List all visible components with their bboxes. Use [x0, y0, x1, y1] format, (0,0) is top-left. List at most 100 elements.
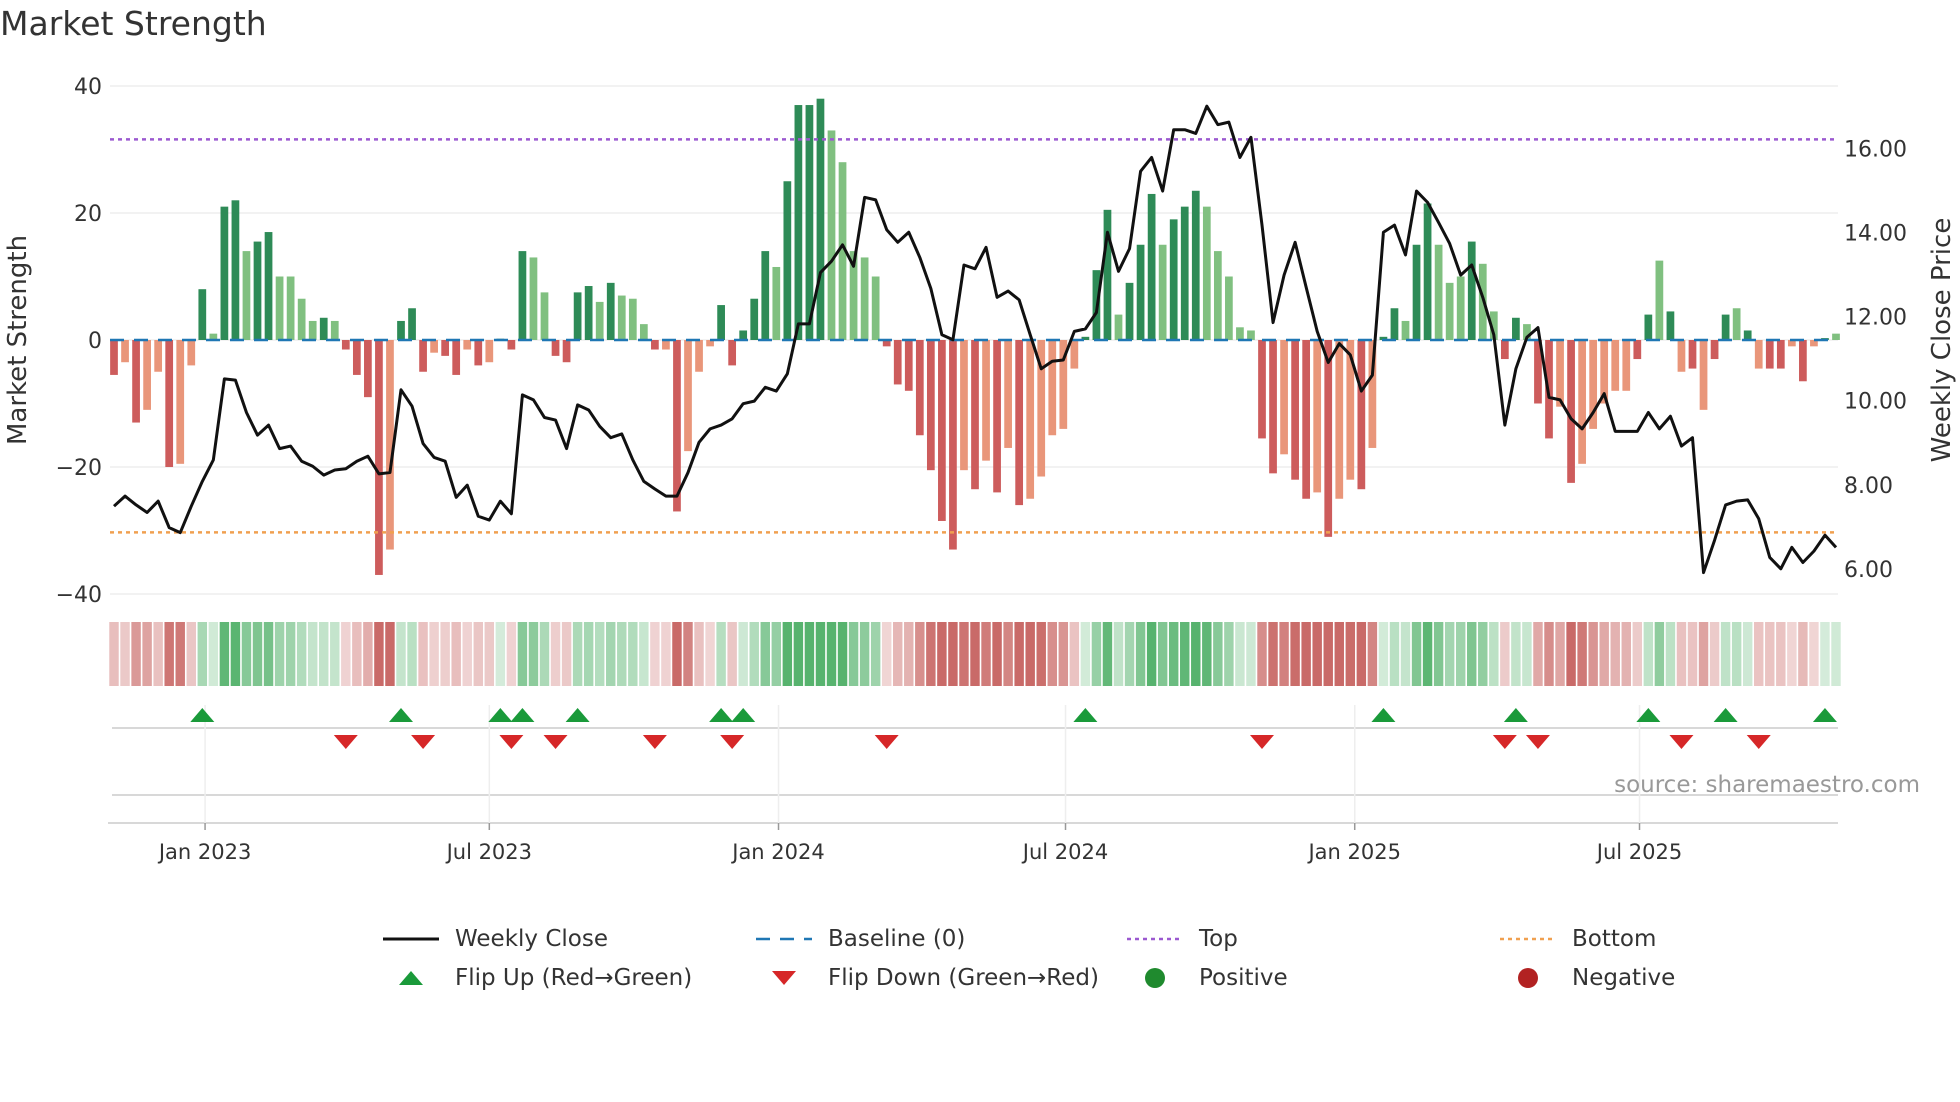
strength-bar	[1191, 190, 1200, 340]
heat-cell	[738, 622, 748, 686]
strength-bar	[1280, 340, 1288, 455]
strength-bar	[187, 340, 196, 366]
strength-bar	[1136, 244, 1145, 340]
heat-cell	[1610, 622, 1620, 686]
strength-bar	[1776, 340, 1785, 369]
y2-tick-label: 12.00	[1844, 306, 1907, 331]
heat-cell	[473, 622, 483, 686]
strength-bar	[1269, 340, 1277, 474]
strength-bar	[717, 305, 725, 340]
flip-up-marker	[389, 708, 413, 722]
heat-cell	[1698, 622, 1709, 686]
heat-cell	[1290, 622, 1300, 686]
heat-cell	[628, 622, 638, 686]
heat-cell	[1599, 622, 1609, 686]
legend-label: Flip Up (Red→Green)	[455, 965, 693, 991]
heat-cell	[1080, 622, 1091, 686]
line-icon	[383, 937, 439, 941]
strength-bar	[1677, 340, 1686, 372]
heat-cell	[363, 622, 373, 686]
heat-cell	[815, 622, 826, 686]
heat-cell	[672, 622, 682, 686]
flip-down-marker	[1250, 735, 1274, 749]
strength-bar	[1313, 340, 1322, 493]
heat-cell	[1378, 622, 1389, 686]
heat-cell	[937, 622, 947, 686]
heat-cell	[1003, 622, 1013, 686]
strength-bar	[1291, 340, 1299, 480]
heat-cell	[1765, 622, 1775, 686]
strength-bar	[1114, 314, 1123, 340]
strength-bar	[1754, 340, 1763, 369]
strength-bar	[297, 298, 306, 340]
heat-cell	[1323, 622, 1333, 686]
strength-bar	[1236, 327, 1244, 340]
flip-up-marker	[1503, 708, 1528, 722]
heat-cell	[484, 622, 495, 686]
strength-bar	[1832, 333, 1840, 340]
source-label: source: sharemaestro.com	[1614, 772, 1920, 798]
heat-cell	[1312, 622, 1322, 686]
heat-cell	[285, 622, 296, 686]
heat-cell	[870, 622, 881, 686]
strength-bar	[154, 340, 163, 372]
heat-cell	[661, 622, 671, 686]
legend-label: Negative	[1572, 965, 1676, 991]
heat-cell	[407, 622, 417, 686]
heat-cell	[1268, 622, 1278, 686]
strength-bar	[1335, 340, 1344, 499]
heat-cell	[396, 622, 406, 686]
legend-item: Flip Down (Green→Red)	[754, 965, 1099, 991]
x-tick-label: Jan 2025	[1306, 840, 1401, 864]
strength-bar	[242, 251, 251, 340]
strength-bar	[1401, 320, 1410, 340]
heat-cell	[1522, 622, 1532, 686]
heat-cell	[1489, 622, 1499, 686]
strength-bar	[1048, 340, 1057, 436]
heat-cell	[1787, 622, 1797, 686]
heat-cell	[1279, 622, 1289, 686]
strength-bar	[408, 308, 416, 340]
strength-bar	[982, 340, 990, 461]
heat-cell	[826, 622, 837, 686]
x-tick-label: Jul 2023	[445, 840, 532, 864]
strength-bar	[375, 340, 383, 575]
strength-bar	[551, 340, 560, 356]
strength-bar	[606, 282, 615, 340]
heat-cell	[274, 622, 285, 686]
strength-bar	[1147, 193, 1156, 340]
flip-up-marker	[190, 708, 215, 722]
heat-cell	[617, 622, 627, 686]
strength-bar	[1688, 340, 1697, 369]
flip-down-marker	[1525, 735, 1550, 749]
heat-cell	[1069, 622, 1080, 686]
legend-item: Weekly Close	[381, 926, 608, 952]
strength-bar	[121, 340, 129, 363]
y2-tick-label: 6.00	[1844, 558, 1893, 583]
strength-bar	[662, 340, 670, 350]
strength-bar	[253, 241, 262, 340]
strength-bar	[1578, 340, 1586, 464]
heat-cell	[1676, 622, 1687, 686]
strength-bar	[971, 340, 979, 490]
heat-cell	[440, 622, 450, 686]
heat-cell	[650, 622, 660, 686]
strength-bar	[628, 298, 637, 340]
dot-pos-icon	[1145, 968, 1165, 988]
strength-bar	[904, 340, 913, 391]
dot-top-icon	[1127, 937, 1183, 941]
strength-bar	[1004, 340, 1012, 448]
strength-bar	[1015, 340, 1024, 506]
heat-cell	[1113, 622, 1124, 686]
heat-cell	[992, 622, 1002, 686]
heat-cell	[749, 622, 759, 686]
strength-bar	[165, 340, 174, 467]
strength-bar	[684, 340, 692, 452]
heat-cell	[1191, 622, 1201, 686]
tri-down-icon	[772, 971, 796, 985]
strength-bar	[1258, 340, 1266, 439]
heat-cell	[716, 622, 726, 686]
strength-bar	[938, 340, 946, 521]
heat-cell	[1720, 622, 1731, 686]
heat-cell	[109, 622, 119, 686]
